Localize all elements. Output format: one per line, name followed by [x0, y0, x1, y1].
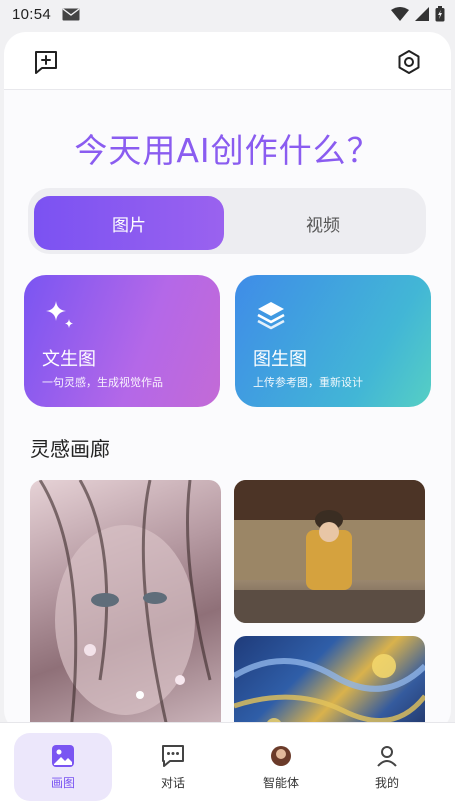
media-type-switch: 图片 视频 — [28, 188, 426, 254]
text-to-image-card[interactable]: 文生图 一句灵感，生成视觉作品 — [24, 275, 220, 407]
battery-icon — [435, 6, 445, 22]
signal-icon — [415, 7, 429, 21]
image-to-image-title: 图生图 — [253, 349, 307, 370]
gallery-image-diner[interactable] — [234, 480, 425, 623]
diner-artwork — [234, 480, 425, 623]
nav-item-mine-label: 我的 — [374, 775, 399, 790]
tab-image[interactable]: 图片 — [34, 196, 224, 250]
nav-item-agent-label: 智能体 — [262, 775, 299, 790]
nav-item-draw-label: 画图 — [50, 775, 75, 790]
gear-icon — [398, 50, 420, 74]
tab-image-label: 图片 — [112, 215, 146, 236]
gallery-image-starry-night[interactable] — [234, 636, 425, 732]
nav-item-agent[interactable]: 智能体 — [232, 733, 330, 801]
settings-button[interactable] — [391, 44, 427, 80]
text-to-image-subtitle: 一句灵感，生成视觉作品 — [42, 376, 163, 389]
gallery-title: 灵感画廊 — [30, 437, 110, 461]
image-to-image-subtitle: 上传参考图，重新设计 — [253, 376, 363, 389]
profile-icon — [377, 745, 397, 767]
text-to-image-title: 文生图 — [42, 349, 96, 370]
starry-night-artwork — [234, 654, 425, 732]
mail-icon — [62, 8, 80, 21]
status-bar: 10:54 — [0, 0, 455, 30]
new-chat-button[interactable] — [28, 44, 64, 80]
sparkle-icon — [46, 301, 73, 328]
portrait-artwork — [38, 480, 212, 732]
add-message-icon — [35, 51, 57, 74]
chat-icon — [162, 744, 184, 767]
bottom-nav: 画图 对话 智能体 我的 — [0, 722, 455, 809]
nav-item-chat-label: 对话 — [160, 775, 185, 790]
nav-item-mine[interactable]: 我的 — [338, 733, 436, 801]
image-to-image-card[interactable]: 图生图 上传参考图，重新设计 — [235, 275, 431, 407]
nav-item-chat[interactable]: 对话 — [124, 733, 222, 801]
wifi-icon — [391, 7, 409, 21]
status-icons — [391, 6, 445, 22]
top-bar — [4, 32, 451, 90]
image-icon — [52, 744, 74, 767]
main-panel: 今天用AI创作什么？ 图片 视频 文生图 一句灵感，生成视觉作品 图生图 上传参… — [4, 32, 451, 732]
nav-item-draw[interactable]: 画图 — [14, 733, 112, 801]
status-time: 10:54 — [12, 6, 52, 23]
layers-icon — [257, 302, 285, 330]
tab-video[interactable]: 视频 — [228, 196, 418, 250]
tab-video-label: 视频 — [306, 215, 340, 236]
gallery-image-portrait[interactable] — [30, 480, 221, 732]
agent-icon — [271, 745, 291, 766]
page-headline: 今天用AI创作什么？ — [74, 131, 381, 170]
